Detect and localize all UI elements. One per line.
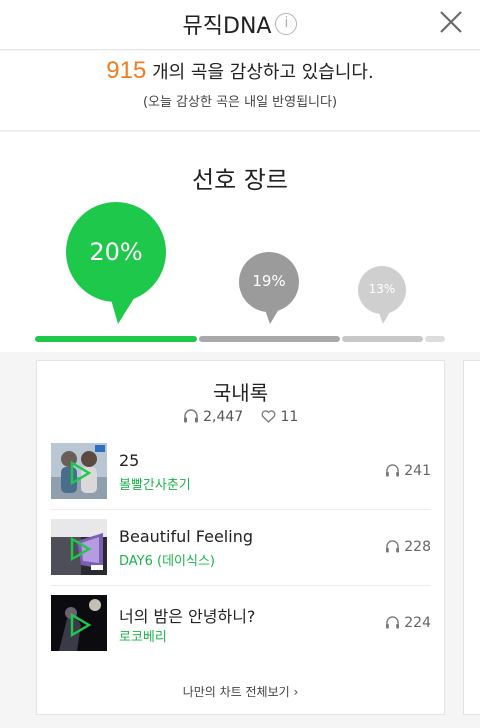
album-art bbox=[51, 595, 107, 651]
divider bbox=[51, 585, 431, 586]
page-title: 뮤직DNA bbox=[182, 14, 272, 39]
listen-summary: 915 개의 곡을 감상하고 있습니다. (오늘 감상한 곡은 내일 반영됩니다… bbox=[0, 51, 480, 131]
song-play-count: 224 bbox=[385, 615, 431, 631]
headphones-icon bbox=[386, 464, 400, 477]
song-play-count: 241 bbox=[385, 463, 431, 479]
genre-stats: 2,447 11 bbox=[37, 409, 444, 425]
album-art bbox=[51, 443, 107, 499]
genre-percent-1: 20% bbox=[89, 238, 143, 266]
like-count: 11 bbox=[280, 409, 299, 425]
update-note: (오늘 감상한 곡은 내일 반영됩니다) bbox=[142, 95, 338, 110]
song-count-suffix: 개의 곡을 감상하고 있습니다. bbox=[152, 62, 374, 83]
genre-name: 국내록 bbox=[212, 381, 269, 405]
song-artist[interactable]: 볼빨간사춘기 bbox=[119, 474, 191, 493]
song-artist[interactable]: 로코베리 bbox=[119, 626, 167, 645]
song-title[interactable]: Beautiful Feeling bbox=[119, 527, 253, 546]
headphones-icon bbox=[386, 540, 400, 553]
song-title[interactable]: 25 bbox=[119, 451, 139, 470]
section-title: 선호 장르 bbox=[192, 166, 288, 194]
preferred-genre-section: 선호 장르 20% 19% 13% bbox=[0, 132, 480, 352]
genre-card: 국내록 2,447 11 25 볼빨간사춘기 241 Beautiful Fee… bbox=[36, 360, 445, 715]
genre-bubble-1[interactable]: 20% bbox=[66, 202, 166, 324]
view-full-chart-link[interactable]: 나만의 차트 전체보기 › bbox=[37, 683, 444, 700]
song-title[interactable]: 너의 밤은 안녕하니? bbox=[119, 603, 255, 627]
next-genre-card[interactable] bbox=[463, 360, 480, 715]
genre-bar-segment-2 bbox=[199, 336, 340, 342]
info-icon[interactable]: i bbox=[275, 13, 298, 35]
genre-percent-2: 19% bbox=[252, 272, 286, 290]
song-row[interactable]: 25 볼빨간사춘기 241 bbox=[51, 443, 431, 519]
headphones-icon bbox=[386, 616, 400, 629]
song-play-count: 228 bbox=[385, 539, 431, 555]
close-icon[interactable] bbox=[438, 9, 464, 35]
genre-bubble-3[interactable]: 13% bbox=[358, 266, 406, 324]
genre-bar-segment-3 bbox=[342, 336, 423, 342]
genre-percent-3: 13% bbox=[368, 282, 396, 296]
genre-bubble-2[interactable]: 19% bbox=[239, 252, 299, 324]
song-artist[interactable]: DAY6 (데이식스) bbox=[119, 550, 215, 569]
header-bar: 뮤직DNA i bbox=[0, 0, 480, 50]
page-title-wrap: 뮤직DNA i bbox=[0, 8, 480, 40]
genre-bar-segment-1 bbox=[35, 336, 197, 342]
headphones-icon bbox=[183, 409, 198, 423]
album-art bbox=[51, 519, 107, 575]
heart-icon bbox=[261, 410, 276, 423]
divider bbox=[51, 509, 431, 510]
song-count: 915 bbox=[106, 57, 147, 84]
listen-count: 2,447 bbox=[203, 409, 244, 425]
song-row[interactable]: Beautiful Feeling DAY6 (데이식스) 228 bbox=[51, 519, 431, 595]
genre-bar-segment-4 bbox=[425, 336, 445, 342]
song-row[interactable]: 너의 밤은 안녕하니? 로코베리 224 bbox=[51, 595, 431, 671]
listen-count-line: 915 개의 곡을 감상하고 있습니다. bbox=[0, 57, 480, 85]
